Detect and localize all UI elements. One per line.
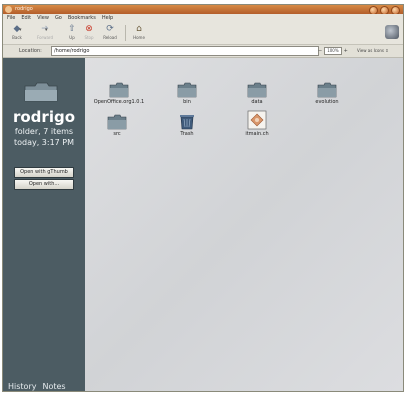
reload-icon: ⟳ [106, 24, 114, 34]
toolbar-separator [125, 25, 126, 41]
reload-button[interactable]: ⟳ Reload [99, 24, 121, 42]
file-item[interactable]: bin [157, 82, 217, 105]
file-item[interactable]: data [227, 82, 287, 105]
up-arrow-icon: ⇧ [68, 24, 76, 34]
forward-history-dropdown[interactable]: ▾ [45, 27, 48, 33]
zoom-control: − 100% + [318, 47, 348, 55]
window-menu-icon[interactable] [5, 6, 12, 13]
stop-button[interactable]: ⊗ Stop [81, 24, 97, 42]
file-item[interactable]: src [87, 114, 147, 137]
zoom-level[interactable]: 100% [324, 47, 342, 55]
file-item[interactable]: evolution [297, 82, 357, 105]
file-item[interactable]: OpenOffice.org1.0.1 [89, 82, 149, 105]
menu-go[interactable]: Go [55, 15, 62, 21]
zoom-out-icon[interactable]: − [318, 48, 322, 54]
open-with-gthumb-button[interactable]: Open with gThumb [14, 167, 74, 178]
location-label: Location: [19, 48, 42, 54]
menu-help[interactable]: Help [102, 15, 113, 21]
file-item[interactable]: Trash [157, 114, 217, 137]
throbber-icon [385, 25, 399, 39]
folder-info-date: today, 3:17 PM [13, 138, 75, 147]
trash-icon [180, 115, 194, 130]
back-history-dropdown[interactable]: ▾ [19, 27, 22, 33]
back-button[interactable]: ◆ Back ▾ [7, 24, 27, 42]
tab-notes[interactable]: Notes [42, 382, 65, 391]
folder-icon [24, 82, 58, 102]
home-button[interactable]: ⌂ Home [129, 24, 149, 42]
up-button[interactable]: ⇧ Up [65, 24, 79, 42]
location-bar: Location: − 100% + View as Icons ⇕ [3, 45, 403, 58]
sidebar-tabs: History Notes [8, 382, 66, 391]
stop-icon: ⊗ [85, 24, 93, 34]
zoom-in-icon[interactable]: + [344, 48, 348, 54]
menu-bar: File Edit View Go Bookmarks Help [3, 14, 403, 22]
folder-name: rodrigo [12, 108, 76, 126]
file-view[interactable]: OpenOffice.org1.0.1 bin data evolution s… [85, 58, 403, 391]
title-bar[interactable]: rodrigo [3, 5, 403, 15]
menu-view[interactable]: View [37, 15, 49, 21]
folder-icon [107, 114, 127, 130]
sidebar-panel: rodrigo folder, 7 items today, 3:17 PM O… [3, 58, 85, 391]
location-input[interactable] [51, 46, 319, 56]
menu-edit[interactable]: Edit [21, 15, 31, 21]
menu-bookmarks[interactable]: Bookmarks [68, 15, 96, 21]
tab-history[interactable]: History [8, 382, 36, 391]
window-title: rodrigo [15, 6, 33, 12]
file-item[interactable]: itmain.ch [227, 110, 287, 137]
home-icon: ⌂ [136, 24, 142, 34]
toolbar: ◆ Back ▾ ➔ Forward ▾ ⇧ Up ⊗ Stop ⟳ Reloa… [3, 22, 403, 45]
folder-icon [247, 82, 267, 98]
menu-file[interactable]: File [7, 15, 15, 21]
folder-icon [317, 82, 337, 98]
view-as-select[interactable]: View as Icons ⇕ [357, 48, 389, 53]
folder-icon [177, 82, 197, 98]
forward-button[interactable]: ➔ Forward ▾ [33, 24, 57, 42]
document-icon [247, 110, 267, 130]
folder-info-count: folder, 7 items [14, 127, 74, 136]
folder-icon [109, 82, 129, 98]
open-with-button[interactable]: Open with... [14, 179, 74, 190]
file-manager-window: rodrigo File Edit View Go Bookmarks Help… [2, 4, 404, 392]
